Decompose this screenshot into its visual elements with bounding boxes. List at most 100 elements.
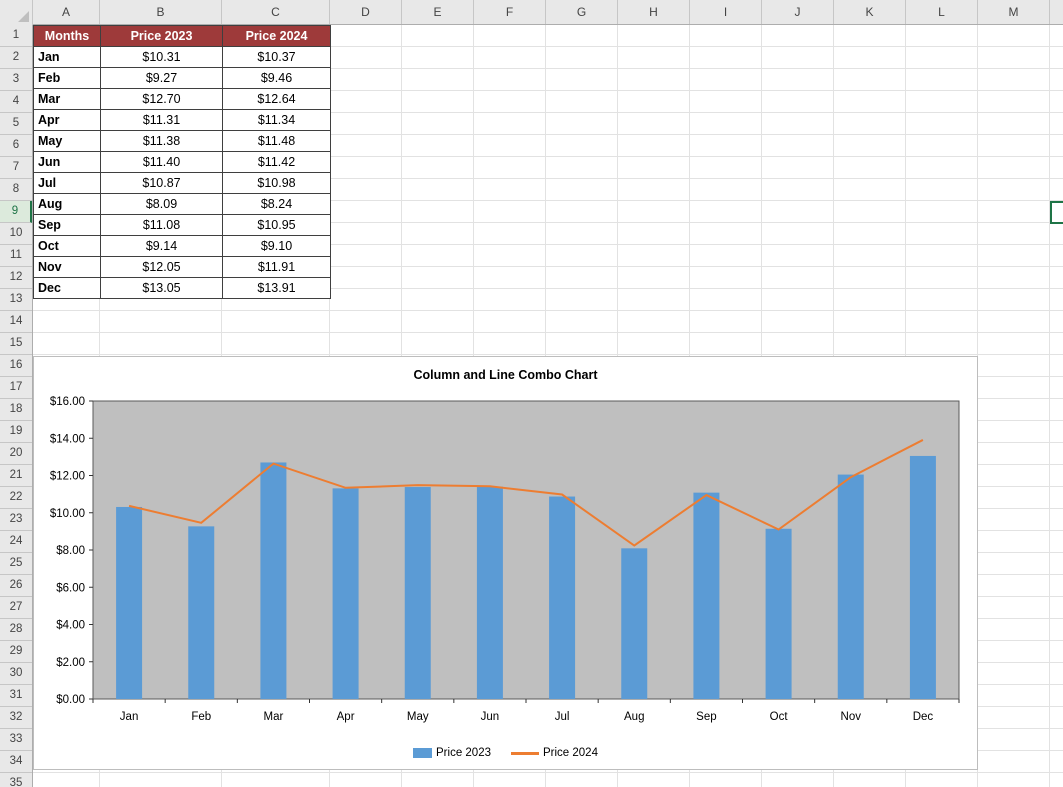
column-header-K[interactable]: K: [834, 0, 906, 24]
column-header-M[interactable]: M: [978, 0, 1050, 24]
cell-price[interactable]: $9.46: [223, 68, 331, 89]
cell-price[interactable]: $11.91: [223, 257, 331, 278]
cell-month[interactable]: Aug: [34, 194, 101, 215]
price-data-table[interactable]: MonthsPrice 2023Price 2024Jan$10.31$10.3…: [33, 25, 331, 299]
legend-item[interactable]: Price 2023: [413, 747, 491, 759]
row-header-8[interactable]: 8: [0, 179, 32, 201]
cell-month[interactable]: Jan: [34, 47, 101, 68]
row-header-1[interactable]: 1: [0, 25, 32, 47]
cell-price[interactable]: $11.48: [223, 131, 331, 152]
column-header-A[interactable]: A: [33, 0, 100, 24]
row-header-23[interactable]: 23: [0, 509, 32, 531]
bar-Mar[interactable]: [260, 462, 286, 699]
row-header-24[interactable]: 24: [0, 531, 32, 553]
cell-month[interactable]: Mar: [34, 89, 101, 110]
legend-item[interactable]: Price 2024: [511, 747, 598, 759]
cell-price[interactable]: $9.10: [223, 236, 331, 257]
row-header-22[interactable]: 22: [0, 487, 32, 509]
bar-Nov[interactable]: [838, 475, 864, 699]
cell-price[interactable]: $9.14: [101, 236, 223, 257]
row-header-12[interactable]: 12: [0, 267, 32, 289]
cell-month[interactable]: Feb: [34, 68, 101, 89]
combo-chart[interactable]: Column and Line Combo Chart $0.00$2.00$4…: [33, 356, 978, 770]
bar-Oct[interactable]: [766, 529, 792, 699]
cell-price[interactable]: $8.09: [101, 194, 223, 215]
row-header-34[interactable]: 34: [0, 751, 32, 773]
row-header-32[interactable]: 32: [0, 707, 32, 729]
cell-price[interactable]: $9.27: [101, 68, 223, 89]
bar-Jun[interactable]: [477, 487, 503, 699]
bar-Feb[interactable]: [188, 526, 214, 699]
row-header-30[interactable]: 30: [0, 663, 32, 685]
cell-price[interactable]: $13.05: [101, 278, 223, 299]
column-header-C[interactable]: C: [222, 0, 330, 24]
row-header-27[interactable]: 27: [0, 597, 32, 619]
column-header-D[interactable]: D: [330, 0, 402, 24]
row-header-11[interactable]: 11: [0, 245, 32, 267]
cell-price[interactable]: $10.95: [223, 215, 331, 236]
cell-month[interactable]: Apr: [34, 110, 101, 131]
cell-month[interactable]: Jun: [34, 152, 101, 173]
row-header-21[interactable]: 21: [0, 465, 32, 487]
row-header-2[interactable]: 2: [0, 47, 32, 69]
row-header-7[interactable]: 7: [0, 157, 32, 179]
cell-price[interactable]: $10.37: [223, 47, 331, 68]
column-header-E[interactable]: E: [402, 0, 474, 24]
bar-Aug[interactable]: [621, 548, 647, 699]
row-header-35[interactable]: 35: [0, 773, 32, 787]
active-cell-outline[interactable]: [1050, 201, 1063, 224]
cell-price[interactable]: $12.64: [223, 89, 331, 110]
sheet-grid[interactable]: MonthsPrice 2023Price 2024Jan$10.31$10.3…: [33, 25, 1063, 787]
cell-month[interactable]: Jul: [34, 173, 101, 194]
row-header-33[interactable]: 33: [0, 729, 32, 751]
cell-price[interactable]: $12.05: [101, 257, 223, 278]
cell-price[interactable]: $11.42: [223, 152, 331, 173]
cell-month[interactable]: Sep: [34, 215, 101, 236]
row-header-9[interactable]: 9: [0, 201, 32, 223]
row-header-18[interactable]: 18: [0, 399, 32, 421]
select-all-corner[interactable]: [0, 0, 33, 25]
bar-Jan[interactable]: [116, 507, 142, 699]
cell-price[interactable]: $11.40: [101, 152, 223, 173]
cell-price[interactable]: $13.91: [223, 278, 331, 299]
chart-legend[interactable]: Price 2023 Price 2024: [34, 747, 977, 759]
row-header-31[interactable]: 31: [0, 685, 32, 707]
row-header-28[interactable]: 28: [0, 619, 32, 641]
column-header-B[interactable]: B: [100, 0, 222, 24]
cell-price[interactable]: $12.70: [101, 89, 223, 110]
bar-Apr[interactable]: [333, 488, 359, 699]
cell-price[interactable]: $11.38: [101, 131, 223, 152]
column-header-I[interactable]: I: [690, 0, 762, 24]
column-header-F[interactable]: F: [474, 0, 546, 24]
cell-price[interactable]: $10.31: [101, 47, 223, 68]
column-header-G[interactable]: G: [546, 0, 618, 24]
bar-Sep[interactable]: [693, 493, 719, 699]
cell-month[interactable]: Nov: [34, 257, 101, 278]
row-header-20[interactable]: 20: [0, 443, 32, 465]
row-header-19[interactable]: 19: [0, 421, 32, 443]
row-header-3[interactable]: 3: [0, 69, 32, 91]
row-header-17[interactable]: 17: [0, 377, 32, 399]
cell-month[interactable]: Oct: [34, 236, 101, 257]
bar-Dec[interactable]: [910, 456, 936, 699]
row-header-25[interactable]: 25: [0, 553, 32, 575]
cell-price[interactable]: $10.98: [223, 173, 331, 194]
column-header-L[interactable]: L: [906, 0, 978, 24]
row-header-6[interactable]: 6: [0, 135, 32, 157]
row-header-4[interactable]: 4: [0, 91, 32, 113]
row-header-16[interactable]: 16: [0, 355, 32, 377]
row-header-26[interactable]: 26: [0, 575, 32, 597]
cell-month[interactable]: Dec: [34, 278, 101, 299]
row-header-13[interactable]: 13: [0, 289, 32, 311]
row-header-15[interactable]: 15: [0, 333, 32, 355]
row-header-14[interactable]: 14: [0, 311, 32, 333]
cell-price[interactable]: $8.24: [223, 194, 331, 215]
row-header-29[interactable]: 29: [0, 641, 32, 663]
bar-Jul[interactable]: [549, 497, 575, 699]
column-header-J[interactable]: J: [762, 0, 834, 24]
row-header-10[interactable]: 10: [0, 223, 32, 245]
cell-price[interactable]: $10.87: [101, 173, 223, 194]
cell-price[interactable]: $11.08: [101, 215, 223, 236]
row-header-5[interactable]: 5: [0, 113, 32, 135]
cell-price[interactable]: $11.31: [101, 110, 223, 131]
